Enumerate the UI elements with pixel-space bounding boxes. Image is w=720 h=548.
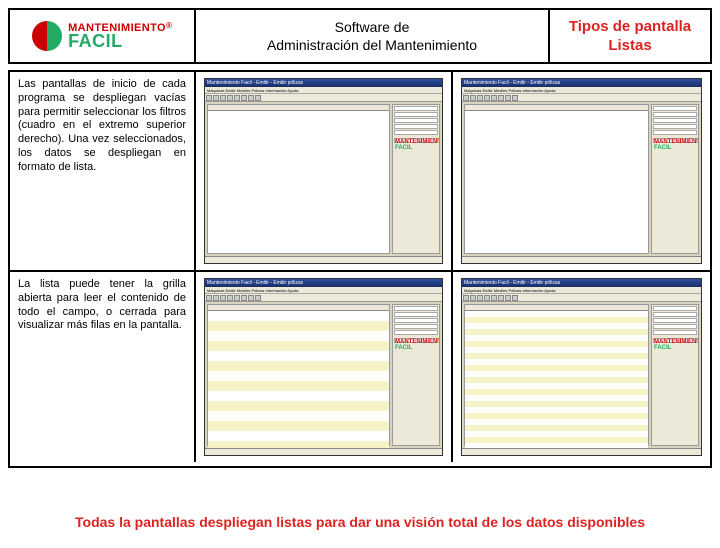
slide-header: MANTENIMIENTO® FACIL Software de Adminis…: [8, 8, 712, 64]
screenshot-empty-left: Mantenimiento Facil - Emitir - Emitir pó…: [196, 72, 453, 272]
header-right-line2: Listas: [608, 36, 651, 56]
brand-logo: MANTENIMIENTO® FACIL: [32, 21, 172, 51]
header-center-line1: Software de: [335, 18, 410, 36]
app-menubar: Máquinas Emitir Móviles Pólizas Informac…: [205, 287, 442, 294]
app-window: Mantenimiento Facil - Emitir - Emitir pó…: [204, 278, 443, 456]
footer-caption: Todas la pantallas despliegan listas par…: [0, 514, 720, 530]
mini-logo: MANTENIMIENTOFACIL: [653, 338, 697, 343]
app-toolbar: [462, 294, 701, 302]
app-titlebar: Mantenimiento Facil - Emitir - Emitir pó…: [205, 279, 442, 287]
brand-text: MANTENIMIENTO® FACIL: [68, 22, 172, 51]
app-window: Mantenimiento Facil - Emitir - Emitir pó…: [204, 78, 443, 264]
mini-logo: MANTENIMIENTOFACIL: [394, 138, 438, 143]
app-datagrid-open: [207, 304, 390, 446]
app-titlebar: Mantenimiento Facil - Emitir - Emitir pó…: [462, 79, 701, 87]
screenshot-empty-right: Mantenimiento Facil - Emitir - Emitir pó…: [453, 72, 710, 272]
app-window: Mantenimiento Facil - Emitir - Emitir pó…: [461, 278, 702, 456]
app-statusbar: [462, 256, 701, 263]
app-toolbar: [205, 94, 442, 102]
logo-cell: MANTENIMIENTO® FACIL: [10, 10, 196, 62]
app-body: MANTENIMIENTOFACIL: [205, 302, 442, 448]
app-statusbar: [205, 256, 442, 263]
app-statusbar: [205, 448, 442, 455]
header-center-line2: Administración del Mantenimiento: [267, 36, 477, 54]
app-titlebar: Mantenimiento Facil - Emitir - Emitir pó…: [205, 79, 442, 87]
app-filter-panel: MANTENIMIENTOFACIL: [651, 304, 699, 446]
app-body: MANTENIMIENTOFACIL: [462, 102, 701, 256]
app-body: MANTENIMIENTOFACIL: [462, 302, 701, 448]
app-filter-panel: MANTENIMIENTOFACIL: [392, 104, 440, 254]
app-titlebar: Mantenimiento Facil - Emitir - Emitir pó…: [462, 279, 701, 287]
app-datagrid-closed: [464, 304, 649, 446]
app-toolbar: [462, 94, 701, 102]
header-right-line1: Tipos de pantalla: [569, 17, 691, 37]
app-body: MANTENIMIENTOFACIL: [205, 102, 442, 256]
app-toolbar: [205, 294, 442, 302]
brand-line2: FACIL: [68, 33, 172, 50]
app-filter-panel: MANTENIMIENTOFACIL: [651, 104, 699, 254]
paragraph-2: La lista puede tener la grilla abierta p…: [10, 272, 196, 462]
app-menubar: Máquinas Emitir Móviles Pólizas Informac…: [462, 287, 701, 294]
app-menubar: Máquinas Emitir Móviles Pólizas Informac…: [462, 87, 701, 94]
mini-logo: MANTENIMIENTOFACIL: [394, 338, 438, 343]
header-right: Tipos de pantalla Listas: [550, 10, 710, 62]
footer-text: Todas la pantallas despliegan listas par…: [75, 514, 645, 530]
screenshot-list-closed: Mantenimiento Facil - Emitir - Emitir pó…: [453, 272, 710, 462]
header-center: Software de Administración del Mantenimi…: [196, 10, 550, 62]
app-filter-panel: MANTENIMIENTOFACIL: [392, 304, 440, 446]
brand-reg: ®: [166, 21, 172, 30]
mini-logo: MANTENIMIENTOFACIL: [653, 138, 697, 143]
app-datagrid-empty: [464, 104, 649, 254]
app-statusbar: [462, 448, 701, 455]
app-datagrid-empty: [207, 104, 390, 254]
app-window: Mantenimiento Facil - Emitir - Emitir pó…: [461, 78, 702, 264]
app-menubar: Máquinas Emitir Móviles Pólizas Informac…: [205, 87, 442, 94]
screenshot-list-open: Mantenimiento Facil - Emitir - Emitir pó…: [196, 272, 453, 462]
gear-icon: [32, 21, 62, 51]
main-grid: Las pantallas de inicio de cada programa…: [8, 70, 712, 468]
paragraph-1: Las pantallas de inicio de cada programa…: [10, 72, 196, 272]
